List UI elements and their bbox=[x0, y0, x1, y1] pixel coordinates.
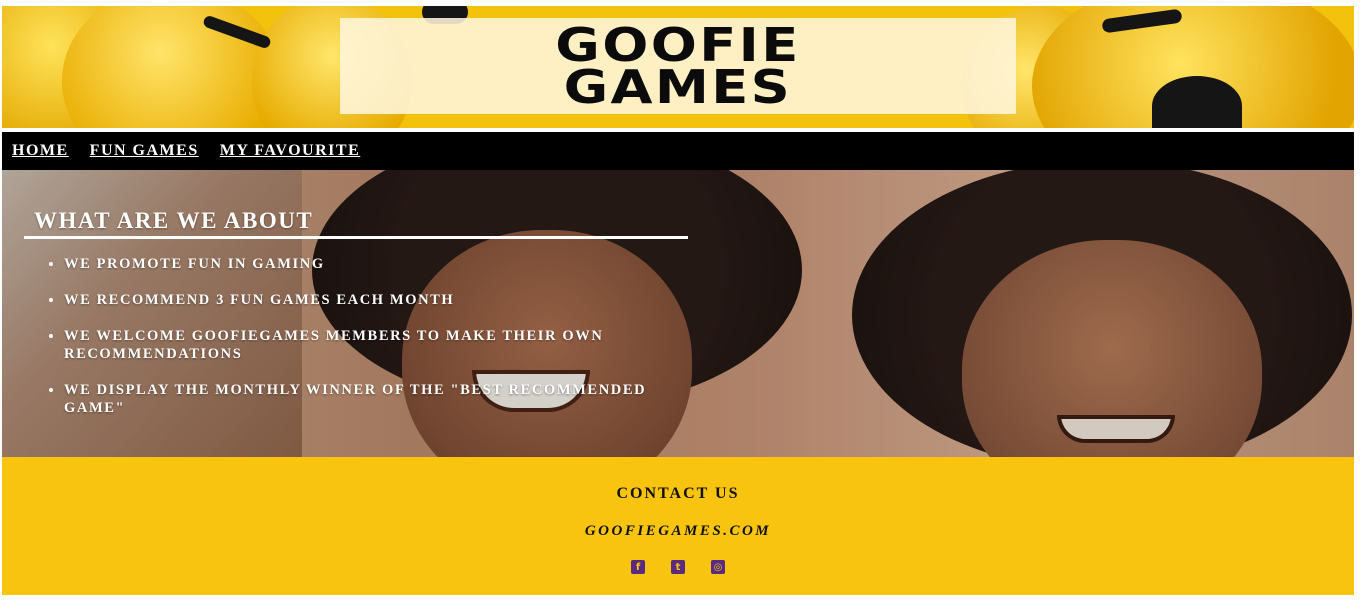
emoji-ball-image bbox=[62, 6, 282, 128]
contact-heading: CONTACT US bbox=[616, 485, 740, 502]
main-nav: HOME FUN GAMES MY FAVOURITE bbox=[2, 132, 1354, 170]
instagram-icon[interactable]: ◎ bbox=[711, 560, 725, 574]
about-panel: WHAT ARE WE ABOUT WE PROMOTE FUN IN GAMI… bbox=[24, 206, 688, 435]
nav-my-favourite-link[interactable]: MY FAVOURITE bbox=[220, 142, 361, 160]
site-logo[interactable]: GOOFIE GAMES bbox=[340, 18, 1016, 114]
nav-home-link[interactable]: HOME bbox=[12, 142, 69, 160]
hero-section: WHAT ARE WE ABOUT WE PROMOTE FUN IN GAMI… bbox=[2, 170, 1354, 457]
about-list-item: WE RECOMMEND 3 FUN GAMES EACH MONTH bbox=[64, 291, 688, 309]
footer: CONTACT US GOOFIEGAMES.COM f t ◎ bbox=[2, 457, 1354, 595]
logo-line-2: GAMES bbox=[563, 60, 793, 114]
twitter-icon[interactable]: t bbox=[671, 560, 685, 574]
nav-fun-games-link[interactable]: FUN GAMES bbox=[90, 142, 199, 160]
emoji-mouth bbox=[1152, 76, 1242, 128]
about-list-item: WE PROMOTE FUN IN GAMING bbox=[64, 255, 688, 273]
about-list: WE PROMOTE FUN IN GAMING WE RECOMMEND 3 … bbox=[24, 255, 688, 417]
about-heading: WHAT ARE WE ABOUT bbox=[24, 206, 688, 239]
about-list-item: WE WELCOME GOOFIEGAMES MEMBERS TO MAKE T… bbox=[64, 327, 688, 363]
page: GOOFIE GAMES HOME FUN GAMES MY FAVOURITE… bbox=[2, 6, 1354, 595]
facebook-icon[interactable]: f bbox=[631, 560, 645, 574]
header-banner: GOOFIE GAMES bbox=[2, 6, 1354, 128]
about-list-item: WE DISPLAY THE MONTHLY WINNER OF THE "BE… bbox=[64, 381, 688, 417]
social-links: f t ◎ bbox=[2, 560, 1354, 574]
contact-website: GOOFIEGAMES.COM bbox=[584, 523, 772, 539]
